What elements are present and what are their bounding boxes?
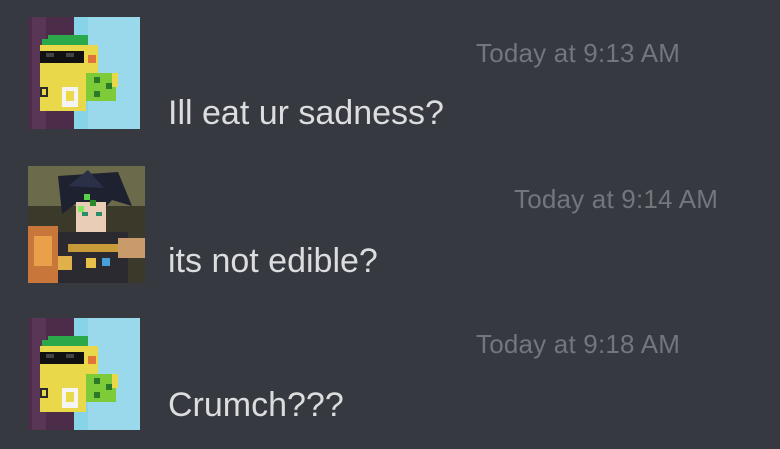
- message-timestamp[interactable]: Today at 9:18 AM: [476, 329, 680, 360]
- chat-message: Today at 9:18 AM Crumch???: [0, 300, 780, 430]
- user-avatar-pixel-dino[interactable]: [28, 318, 140, 430]
- message-timestamp[interactable]: Today at 9:13 AM: [476, 38, 680, 69]
- chat-message: Today at 9:13 AM Ill eat ur sadness?: [0, 0, 780, 132]
- message-text: Crumch???: [168, 386, 344, 424]
- chat-message-list: Today at 9:13 AM Ill eat ur sadness? Tod…: [0, 0, 780, 449]
- user-avatar-pixel-dino[interactable]: [28, 17, 140, 129]
- user-avatar-anime-character[interactable]: [28, 166, 145, 283]
- pixel-dino-sunglasses-icon: [28, 318, 140, 430]
- chat-message: Today at 9:14 AM its not edible?: [0, 150, 780, 283]
- message-text: its not edible?: [168, 242, 378, 280]
- message-timestamp[interactable]: Today at 9:14 AM: [514, 184, 718, 215]
- anime-character-icon: [28, 166, 145, 283]
- message-text: Ill eat ur sadness?: [168, 94, 444, 132]
- pixel-dino-sunglasses-icon: [28, 17, 140, 129]
